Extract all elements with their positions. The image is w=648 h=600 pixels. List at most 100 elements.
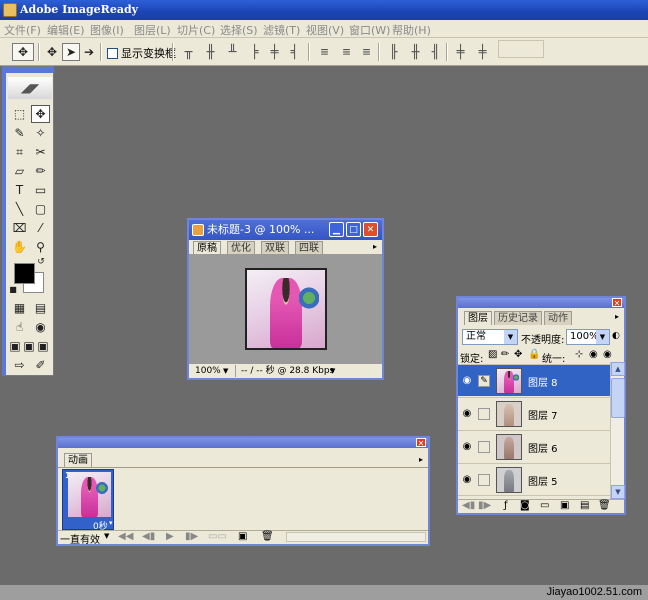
menu-filter[interactable]: 滤镜(T): [263, 22, 300, 38]
menu-layer[interactable]: 图层(L): [134, 22, 171, 38]
menu-file[interactable]: 文件(F): [4, 22, 41, 38]
tab-history[interactable]: 历史记录: [494, 311, 542, 325]
maximize-button[interactable]: □: [346, 222, 361, 237]
eyedropper-tool-icon[interactable]: ⁄: [31, 219, 50, 237]
link-box[interactable]: [478, 474, 490, 486]
tab-original[interactable]: 原稿: [193, 241, 221, 254]
eye-icon[interactable]: ◉: [461, 474, 473, 486]
tab-optimized[interactable]: 优化: [227, 241, 255, 254]
crop-alt-tool-icon[interactable]: ⌧: [10, 219, 29, 237]
align-left-icon[interactable]: ╞: [246, 43, 262, 61]
menu-help[interactable]: 帮助(H): [392, 22, 431, 38]
lock-paint-icon[interactable]: ✏: [501, 349, 509, 360]
move-tool-icon[interactable]: ✥: [12, 43, 34, 61]
next-frame-icon[interactable]: ▮▶: [185, 531, 198, 542]
play-icon[interactable]: ▶: [166, 531, 174, 542]
distribute-spacing-alt-icon[interactable]: ╪: [474, 43, 490, 61]
unify-style-icon[interactable]: ◉: [603, 349, 612, 360]
lock-move-icon[interactable]: ✥: [514, 349, 522, 360]
distribute-right-icon[interactable]: ╢: [427, 43, 443, 61]
tab-4up[interactable]: 四联: [295, 241, 323, 254]
arrow-alt-icon[interactable]: ➔: [80, 43, 98, 61]
palette-menu-icon[interactable]: ▸: [416, 454, 426, 466]
tab-2up[interactable]: 双联: [261, 241, 289, 254]
brush-link-icon[interactable]: ✎: [478, 375, 490, 387]
new-layer-icon[interactable]: ▣: [560, 500, 569, 511]
tab-layers[interactable]: 图层: [464, 311, 492, 325]
link-box[interactable]: [478, 441, 490, 453]
eye-icon[interactable]: ◉: [461, 408, 473, 420]
layer-mask-icon[interactable]: ◙: [520, 500, 530, 511]
delete-layer-icon[interactable]: 🗑: [598, 500, 611, 511]
rollover-preview-icon[interactable]: ☝: [10, 318, 29, 336]
image-map-tool-icon[interactable]: ▦: [10, 299, 29, 317]
type-tool-icon[interactable]: T: [10, 181, 29, 199]
distribute-top-icon[interactable]: ≡: [316, 43, 332, 61]
align-right-icon[interactable]: ╡: [286, 43, 302, 61]
hand-tool-icon[interactable]: ✋: [10, 238, 29, 256]
lock-transparency-icon[interactable]: ▨: [488, 349, 497, 360]
layer-row[interactable]: ◉ 图层 5: [458, 463, 610, 495]
arrow-icon[interactable]: ➤: [62, 43, 80, 61]
frame-delay-dropdown-icon[interactable]: ▾: [109, 519, 113, 527]
disabled-dropdown[interactable]: [498, 40, 544, 58]
distribute-hcenter-icon[interactable]: ╫: [407, 43, 423, 61]
layer-row[interactable]: ◉ ✎ 图层 8: [458, 364, 610, 396]
eye-icon[interactable]: ◉: [461, 441, 473, 453]
unify-visibility-icon[interactable]: ◉: [589, 349, 598, 360]
scroll-up-icon[interactable]: ▲: [611, 362, 625, 376]
chevron-down-icon[interactable]: ▼: [504, 330, 517, 344]
menu-edit[interactable]: 编辑(E): [47, 22, 85, 38]
first-frame-icon[interactable]: ◀◀: [118, 531, 133, 542]
brush-tool-icon[interactable]: ✏: [31, 162, 50, 180]
layer-name[interactable]: 图层 8: [528, 374, 558, 389]
opacity-input[interactable]: 100% ▼: [566, 329, 610, 345]
foreground-color-swatch[interactable]: [14, 263, 35, 284]
distribute-left-icon[interactable]: ╟: [385, 43, 401, 61]
zoom-dropdown-icon[interactable]: ▼: [223, 364, 228, 378]
screen-mode-standard-icon[interactable]: ▣: [8, 337, 22, 355]
menu-slice[interactable]: 切片(C): [177, 22, 215, 38]
screen-mode-full-icon[interactable]: ▣: [36, 337, 50, 355]
chevron-down-icon[interactable]: ▼: [596, 330, 609, 344]
image-map-visibility-icon[interactable]: ▤: [31, 299, 50, 317]
line-tool-icon[interactable]: ╲: [10, 200, 29, 218]
close-button[interactable]: ✕: [363, 222, 378, 237]
eraser-tool-icon[interactable]: ▱: [10, 162, 29, 180]
magic-wand-tool-icon[interactable]: ✧: [31, 124, 50, 142]
palette-grip[interactable]: [58, 438, 428, 448]
rectangle-tool-icon[interactable]: ▭: [31, 181, 50, 199]
status-dropdown-icon[interactable]: ▼: [330, 364, 335, 378]
slice-tool-icon[interactable]: ✂: [31, 143, 50, 161]
distribute-vcenter-icon[interactable]: ≡: [338, 43, 354, 61]
unify-position-icon[interactable]: ⊹: [575, 349, 583, 360]
zoom-tool-icon[interactable]: ⚲: [31, 238, 50, 256]
document-canvas[interactable]: [189, 254, 382, 364]
align-bottom-icon[interactable]: ╨: [224, 43, 240, 61]
palette-menu-icon[interactable]: ▸: [612, 311, 622, 323]
lock-all-icon[interactable]: 🔒: [528, 349, 540, 360]
zoom-level[interactable]: 100%: [195, 364, 221, 378]
show-transform-checkbox[interactable]: 显示变换框: [107, 45, 176, 61]
preview-in-browser-icon[interactable]: ◉: [31, 318, 50, 336]
layer-effects-icon[interactable]: ƒ: [504, 500, 508, 511]
pencil-tool-icon[interactable]: ✐: [31, 356, 50, 374]
menu-image[interactable]: 图像(I): [90, 22, 124, 38]
document-title-bar[interactable]: 未标题-3 @ 100% ... ▁ □ ✕: [189, 220, 382, 240]
delete-frame-icon[interactable]: 🗑: [261, 531, 274, 542]
default-colors-icon[interactable]: ■: [8, 284, 18, 294]
duplicate-frame-icon[interactable]: ▣: [238, 531, 247, 542]
menu-select[interactable]: 选择(S): [220, 22, 258, 38]
align-hcenter-icon[interactable]: ╪: [266, 43, 282, 61]
layers-scrollbar[interactable]: ▲ ▼: [610, 362, 625, 499]
tween-icon[interactable]: ▭▭: [208, 531, 227, 542]
scroll-thumb[interactable]: [611, 378, 625, 418]
link-box[interactable]: [478, 408, 490, 420]
next-icon[interactable]: ▮▶: [478, 500, 491, 511]
toolbox-grip[interactable]: [6, 67, 54, 73]
palette-grip[interactable]: [458, 298, 624, 308]
align-vcenter-icon[interactable]: ╫: [202, 43, 218, 61]
rounded-rect-tool-icon[interactable]: ▢: [31, 200, 50, 218]
scroll-down-icon[interactable]: ▼: [611, 485, 625, 499]
layer-row[interactable]: ◉ 图层 6: [458, 430, 610, 462]
